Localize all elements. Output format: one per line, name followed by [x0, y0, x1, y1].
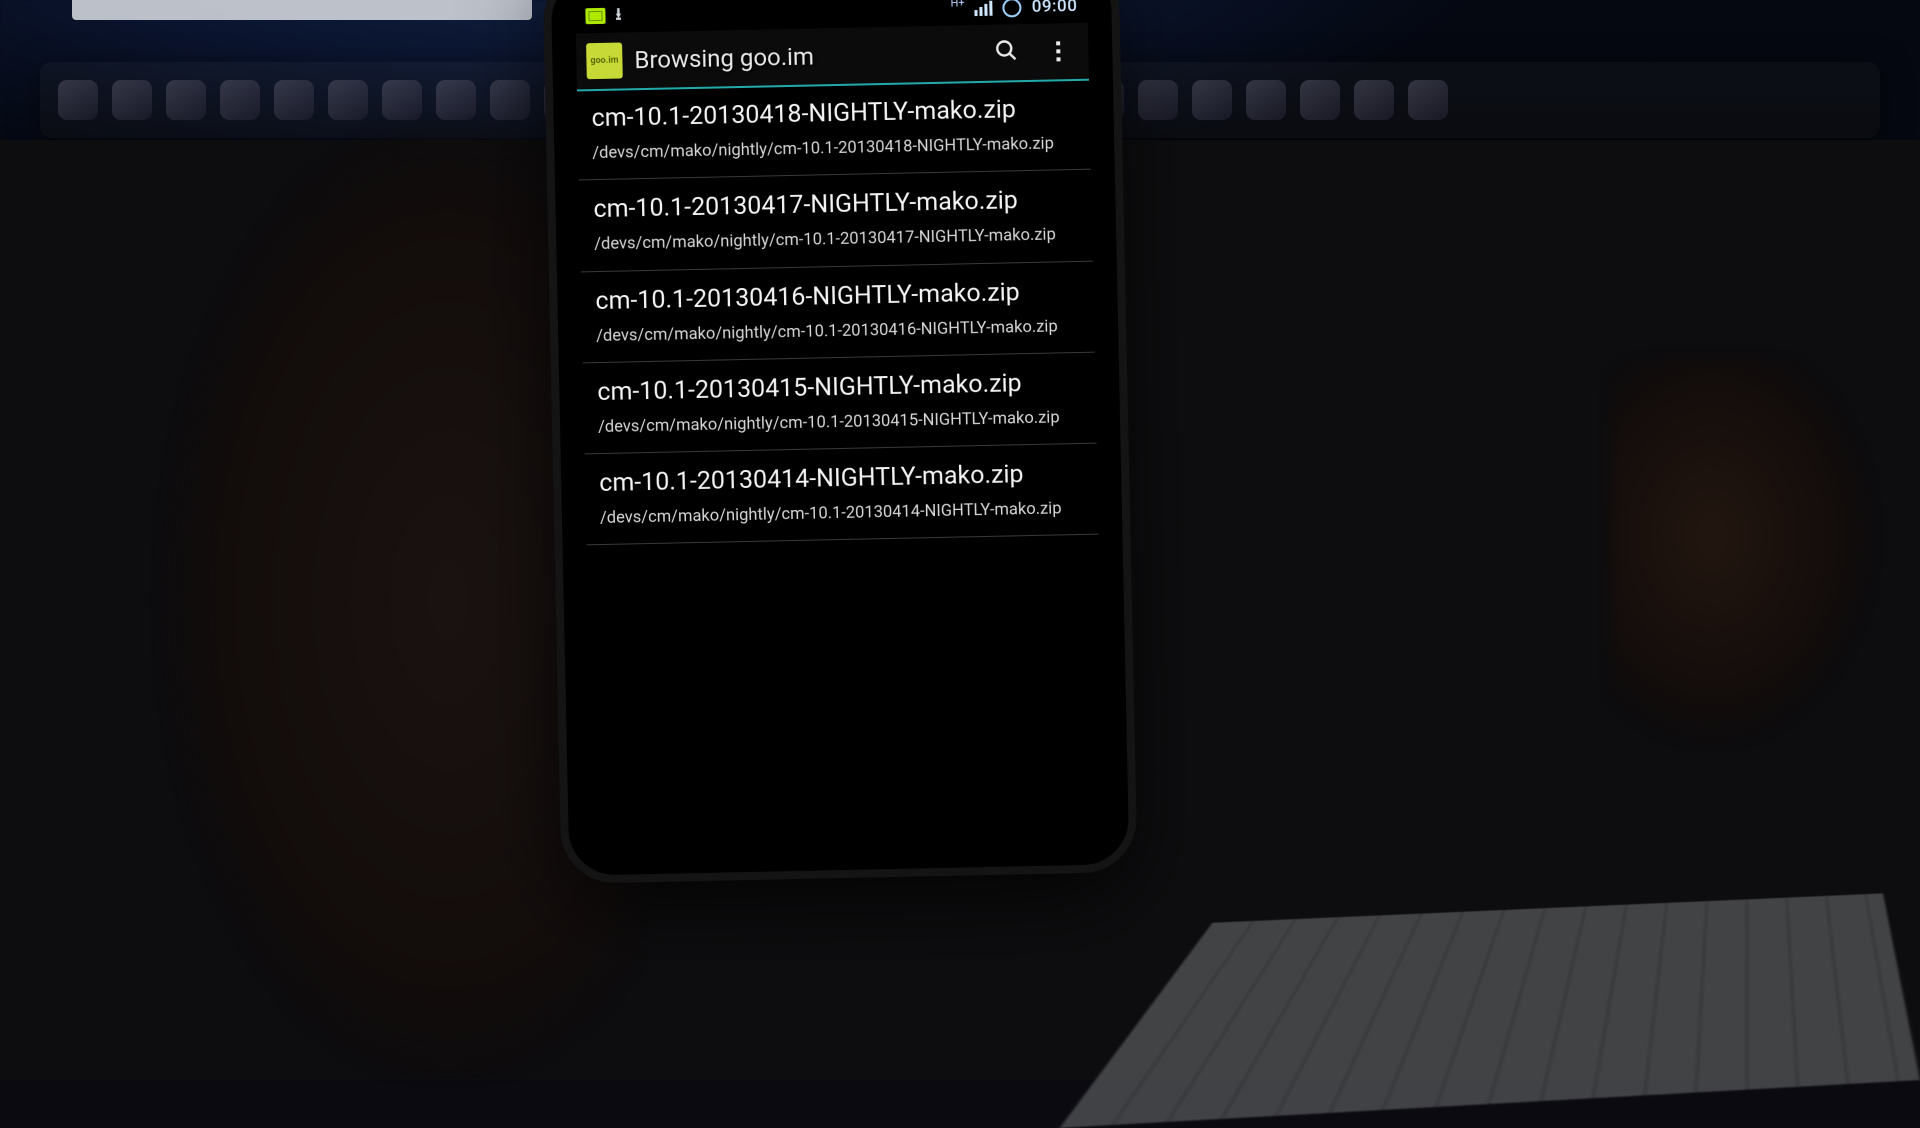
- action-bar-title: Browsing goo.im: [634, 39, 975, 74]
- search-icon: [994, 38, 1018, 62]
- overflow-dot-icon: [1056, 41, 1060, 45]
- download-icon: ⭳: [615, 1, 622, 30]
- signal-icon: [975, 0, 993, 15]
- list-item[interactable]: cm-10.1-20130415-NIGHTLY-mako.zip /devs/…: [583, 352, 1097, 454]
- background-browser-url: [72, 0, 532, 20]
- file-list[interactable]: cm-10.1-20130418-NIGHTLY-mako.zip /devs/…: [577, 79, 1104, 822]
- hand-right-fingers: [1610, 360, 1920, 800]
- overflow-dot-icon: [1056, 57, 1060, 61]
- phone-body: ⭳ H+ 09:00 goo.im Browsing goo.im: [551, 0, 1130, 876]
- status-clock: 09:00: [1032, 0, 1078, 17]
- list-item[interactable]: cm-10.1-20130417-NIGHTLY-mako.zip /devs/…: [579, 170, 1093, 272]
- file-path: /devs/cm/mako/nightly/cm-10.1-20130415-N…: [598, 407, 1082, 439]
- overflow-dot-icon: [1056, 49, 1060, 53]
- file-path: /devs/cm/mako/nightly/cm-10.1-20130418-N…: [592, 133, 1076, 165]
- file-name: cm-10.1-20130415-NIGHTLY-mako.zip: [597, 367, 1082, 409]
- home-button-icon[interactable]: ◯: [835, 818, 858, 822]
- hand-holding-phone: [0, 120, 640, 1080]
- file-name: cm-10.1-20130418-NIGHTLY-mako.zip: [591, 93, 1076, 135]
- file-path: /devs/cm/mako/nightly/cm-10.1-20130416-N…: [596, 315, 1080, 347]
- file-name: cm-10.1-20130417-NIGHTLY-mako.zip: [593, 184, 1078, 226]
- list-item[interactable]: cm-10.1-20130416-NIGHTLY-mako.zip /devs/…: [581, 261, 1095, 363]
- app-icon[interactable]: goo.im: [586, 42, 623, 79]
- file-name: cm-10.1-20130414-NIGHTLY-mako.zip: [599, 458, 1084, 500]
- overflow-menu-button[interactable]: [1038, 41, 1078, 62]
- list-item[interactable]: cm-10.1-20130418-NIGHTLY-mako.zip /devs/…: [577, 79, 1091, 181]
- phone-screen: ⭳ H+ 09:00 goo.im Browsing goo.im: [575, 0, 1104, 821]
- file-name: cm-10.1-20130416-NIGHTLY-mako.zip: [595, 275, 1080, 317]
- file-path: /devs/cm/mako/nightly/cm-10.1-20130417-N…: [594, 224, 1078, 256]
- notification-icon: [585, 8, 605, 24]
- recent-button-icon[interactable]: ▭: [1009, 814, 1028, 821]
- file-path: /devs/cm/mako/nightly/cm-10.1-20130414-N…: [600, 498, 1084, 530]
- network-type-label: H+: [950, 0, 964, 9]
- data-sync-icon: [1003, 0, 1022, 17]
- search-button[interactable]: [986, 38, 1027, 68]
- list-item[interactable]: cm-10.1-20130414-NIGHTLY-mako.zip /devs/…: [585, 444, 1099, 546]
